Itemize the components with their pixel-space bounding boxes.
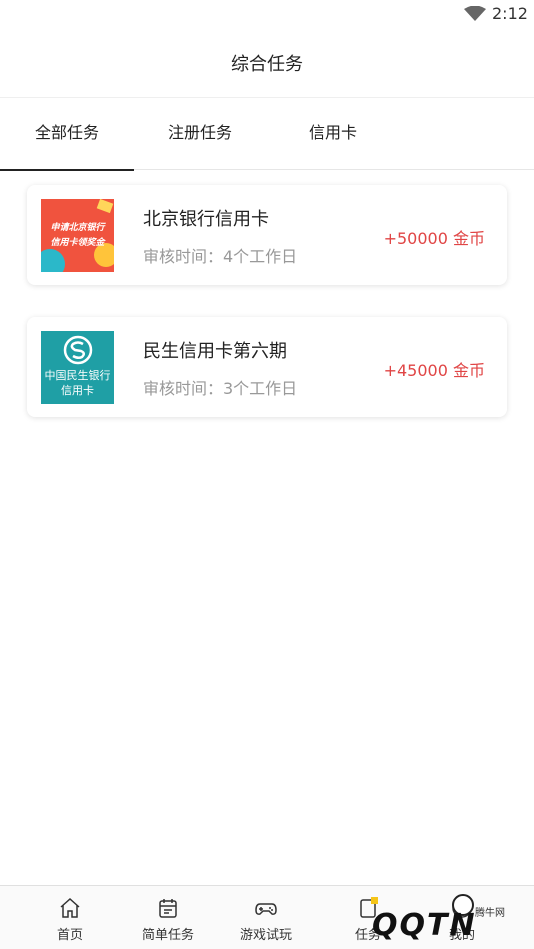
nav-simple-tasks[interactable]: 简单任务	[118, 892, 218, 946]
status-time: 2:12	[492, 4, 528, 23]
task-thumbnail: 申请北京银行 信用卡领奖金	[41, 199, 114, 272]
wifi-icon	[464, 6, 486, 21]
tab-label: 信用卡	[308, 123, 357, 142]
tab-label: 全部任务	[34, 123, 99, 142]
nav-label: 游戏试玩	[239, 928, 292, 943]
tab-all-tasks[interactable]: 全部任务	[0, 98, 134, 171]
thumb-text: 申请北京银行	[50, 223, 105, 233]
nav-home[interactable]: 首页	[20, 892, 120, 946]
task-reward: +50000 金币	[383, 229, 485, 248]
home-icon	[60, 897, 80, 918]
task-review-time: 审核时间：3个工作日	[143, 379, 298, 398]
task-title: 民生信用卡第六期	[143, 341, 287, 362]
tab-credit-card[interactable]: 信用卡	[266, 98, 400, 170]
task-review-time: 审核时间：4个工作日	[143, 247, 298, 266]
task-card[interactable]: 申请北京银行 信用卡领奖金 北京银行信用卡 审核时间：4个工作日 +50000 …	[27, 185, 507, 285]
tab-bar: 全部任务 注册任务 信用卡	[0, 98, 534, 171]
thumb-text: 信用卡领奖金	[50, 238, 105, 248]
nav-label: 简单任务	[141, 928, 194, 943]
task-reward: +45000 金币	[383, 361, 485, 380]
task-card[interactable]: 中国民生银行 信用卡 民生信用卡第六期 审核时间：3个工作日 +45000 金币	[27, 317, 507, 417]
watermark-overlay: QQTN 腾牛网	[332, 888, 532, 946]
status-bar: 2:12	[0, 0, 534, 28]
task-thumbnail: 中国民生银行 信用卡	[41, 331, 114, 404]
tab-label: 注册任务	[167, 123, 232, 142]
minsheng-logo-icon	[63, 335, 93, 365]
gamepad-icon	[255, 903, 277, 915]
nav-label: 首页	[56, 928, 83, 943]
watermark-text: QQTN	[372, 908, 477, 943]
task-title: 北京银行信用卡	[143, 209, 269, 230]
calendar-icon	[159, 899, 177, 918]
watermark-small-text: 腾牛网	[475, 908, 505, 919]
page-title: 综合任务	[231, 54, 303, 75]
thumb-text: 信用卡	[61, 384, 94, 397]
title-bar: 综合任务	[0, 28, 534, 98]
nav-game-trial[interactable]: 游戏试玩	[216, 892, 316, 946]
active-tab-indicator	[0, 169, 134, 171]
thumb-text: 中国民生银行	[44, 369, 111, 382]
tab-register-tasks[interactable]: 注册任务	[134, 98, 266, 170]
